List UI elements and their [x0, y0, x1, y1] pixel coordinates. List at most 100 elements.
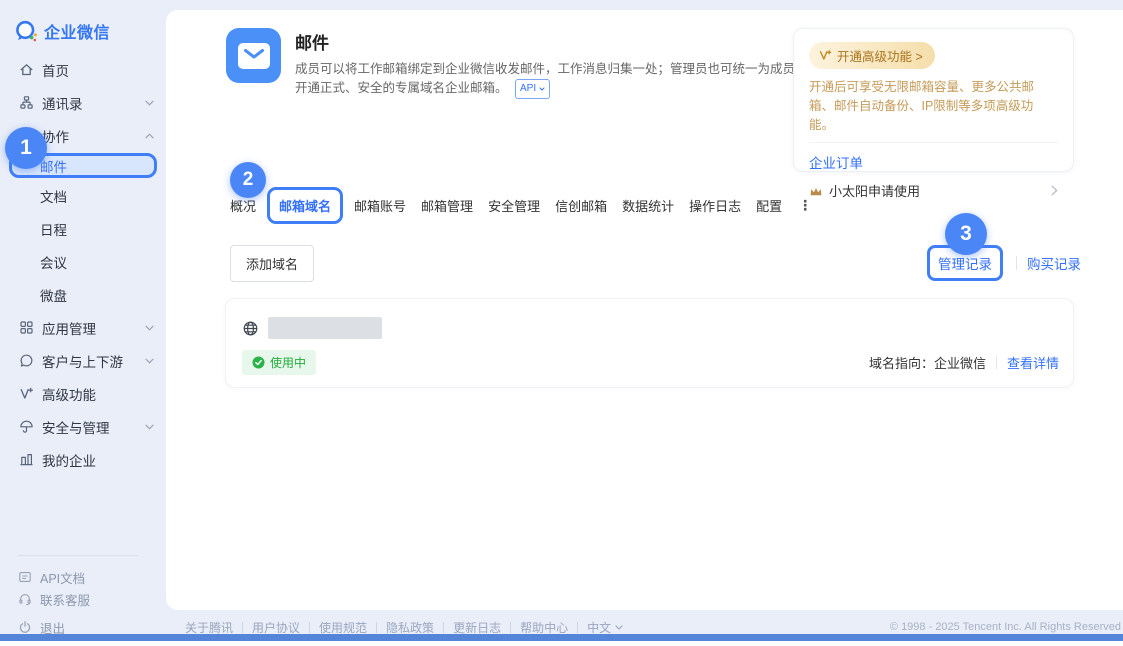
brand-logo[interactable]: 企业微信: [15, 19, 110, 43]
step-1-badge: 1: [5, 127, 47, 169]
order-item-row[interactable]: 小太阳申请使用: [809, 181, 1058, 200]
records-links: 管理记录 购买记录: [927, 253, 1081, 273]
premium-description: 开通后可享受无限邮箱容量、更多公共邮箱、邮件自动备份、IP限制等多项高级功能。: [809, 78, 1058, 134]
sidebar: 企业微信 首页 通讯录 协作 邮件: [0, 0, 166, 646]
tab-overview[interactable]: 概况: [230, 196, 256, 215]
step-3-badge: 3: [945, 213, 987, 255]
sidebar-item-customers[interactable]: 客户与上下游: [0, 344, 166, 377]
chat-bubble-icon: [18, 353, 34, 369]
status-badge: 使用中: [242, 350, 316, 375]
page-description: 成员可以将工作邮箱绑定到企业微信收发邮件，工作消息归集一处；管理员也可统一为成员…: [295, 60, 800, 99]
tab-security-management[interactable]: 安全管理: [488, 196, 540, 215]
sidebar-item-apps[interactable]: 应用管理: [0, 311, 166, 344]
sidebar-item-label: 安全与管理: [42, 417, 110, 437]
more-tabs-icon[interactable]: ⋮: [798, 197, 812, 214]
bottom-blue-bar: [0, 634, 1123, 641]
chevron-right-icon: [1051, 185, 1058, 196]
domain-name-row: [242, 317, 382, 339]
sidebar-item-label: 日程: [40, 219, 67, 239]
sidebar-item-company[interactable]: 我的企业: [0, 443, 166, 476]
step-2-badge: 2: [230, 162, 266, 198]
sidebar-item-support[interactable]: 联系客服: [0, 588, 166, 610]
footer-link-changelog[interactable]: 更新日志: [453, 619, 501, 636]
footer-link-agreement[interactable]: 用户协议: [252, 619, 300, 636]
chevron-down-icon: [615, 625, 623, 630]
footer-link-help[interactable]: 帮助中心: [520, 619, 568, 636]
sidebar-item-label: 首页: [42, 60, 69, 80]
bottom-white-strip: [0, 641, 1123, 646]
add-domain-button[interactable]: 添加域名: [230, 245, 314, 282]
points-value: 企业微信: [934, 353, 986, 372]
tab-mail-management[interactable]: 邮箱管理: [421, 196, 473, 215]
domain-card: 使用中 域名指向： 企业微信 查看详情: [225, 298, 1074, 388]
info-divider: [996, 356, 997, 369]
tab-mail-domain[interactable]: 邮箱域名: [267, 187, 343, 224]
app-header: 邮件 成员可以将工作邮箱绑定到企业微信收发邮件，工作消息归集一处；管理员也可统一…: [226, 28, 800, 99]
tab-xinchuang-mail[interactable]: 信创邮箱: [555, 196, 607, 215]
sidebar-item-label: 应用管理: [42, 318, 96, 338]
premium-promo-card: 开通高级功能 > 开通后可享受无限邮箱容量、更多公共邮箱、邮件自动备份、IP限制…: [793, 28, 1074, 172]
api-doc-icon: [18, 570, 32, 584]
globe-icon: [242, 320, 259, 337]
chevron-down-icon: [145, 325, 154, 331]
wecom-logo-icon: [15, 20, 38, 43]
domain-name-redacted: [268, 317, 382, 339]
footer-link-about[interactable]: 关于腾讯: [185, 619, 233, 636]
sidebar-item-label: 文档: [40, 186, 67, 206]
umbrella-icon: [18, 419, 34, 435]
sidebar-item-meeting[interactable]: 会议: [0, 245, 166, 278]
headset-icon: [18, 592, 32, 606]
purchase-records-link[interactable]: 购买记录: [1027, 253, 1081, 273]
page-title: 邮件: [295, 29, 800, 54]
footer-link-privacy[interactable]: 隐私政策: [386, 619, 434, 636]
brand-name: 企业微信: [44, 19, 110, 43]
sidebar-item-label: API文档: [40, 568, 85, 587]
tab-bar: 概况 邮箱域名 邮箱账号 邮箱管理 安全管理 信创邮箱 数据统计 操作日志 配置…: [230, 187, 812, 223]
sidebar-item-label: 我的企业: [42, 450, 96, 470]
sidebar-item-label: 客户与上下游: [42, 351, 123, 371]
sidebar-item-contacts[interactable]: 通讯录: [0, 86, 166, 119]
home-icon: [18, 62, 34, 78]
building-icon: [18, 452, 34, 468]
upgrade-premium-pill[interactable]: 开通高级功能 >: [809, 42, 935, 69]
sidebar-menu: 首页 通讯录 协作 邮件 文档 日程: [0, 53, 166, 476]
chevron-down-icon: [539, 87, 545, 91]
sidebar-divider: [18, 555, 138, 556]
domain-status-row: 使用中 域名指向： 企业微信 查看详情: [242, 350, 1059, 375]
check-circle-icon: [252, 356, 265, 369]
order-item-label: 小太阳申请使用: [829, 181, 920, 200]
sidebar-item-label: 会议: [40, 252, 67, 272]
main-content: 邮件 成员可以将工作邮箱绑定到企业微信收发邮件，工作消息归集一处；管理员也可统一…: [166, 10, 1123, 610]
sidebar-item-schedule[interactable]: 日程: [0, 212, 166, 245]
sidebar-item-docs[interactable]: 文档: [0, 179, 166, 212]
tab-data-statistics[interactable]: 数据统计: [622, 196, 674, 215]
tab-operation-log[interactable]: 操作日志: [689, 196, 741, 215]
app-header-text: 邮件 成员可以将工作邮箱绑定到企业微信收发邮件，工作消息归集一处；管理员也可统一…: [295, 28, 800, 99]
copyright-text: © 1998 - 2025 Tencent Inc. All Rights Re…: [890, 621, 1121, 633]
sidebar-item-label: 联系客服: [40, 590, 90, 609]
gold-sparkle-v-icon: [819, 49, 832, 62]
chevron-down-icon: [145, 358, 154, 364]
points-label: 域名指向：: [869, 353, 934, 372]
api-dropdown-badge[interactable]: API: [515, 79, 550, 99]
domain-points-info: 域名指向： 企业微信 查看详情: [869, 353, 1059, 372]
chevron-up-icon: [145, 133, 154, 139]
sidebar-item-label: 高级功能: [42, 384, 96, 404]
sidebar-item-label: 通讯录: [42, 93, 83, 113]
sidebar-item-security[interactable]: 安全与管理: [0, 410, 166, 443]
company-orders-link[interactable]: 企业订单: [809, 152, 1058, 172]
language-selector[interactable]: 中文: [587, 619, 623, 636]
sidebar-item-home[interactable]: 首页: [0, 53, 166, 86]
records-divider: [1016, 256, 1017, 270]
footer-link-usage[interactable]: 使用规范: [319, 619, 367, 636]
tab-mail-accounts[interactable]: 邮箱账号: [354, 196, 406, 215]
sidebar-item-drive[interactable]: 微盘: [0, 278, 166, 311]
grid-icon: [18, 320, 34, 336]
sidebar-item-label: 微盘: [40, 285, 67, 305]
status-label: 使用中: [270, 354, 306, 371]
view-details-link[interactable]: 查看详情: [1007, 353, 1059, 372]
sidebar-item-api-docs[interactable]: API文档: [0, 566, 166, 588]
tab-settings[interactable]: 配置: [756, 196, 782, 215]
upgrade-premium-label: 开通高级功能 >: [837, 46, 923, 65]
sidebar-item-advanced[interactable]: 高级功能: [0, 377, 166, 410]
